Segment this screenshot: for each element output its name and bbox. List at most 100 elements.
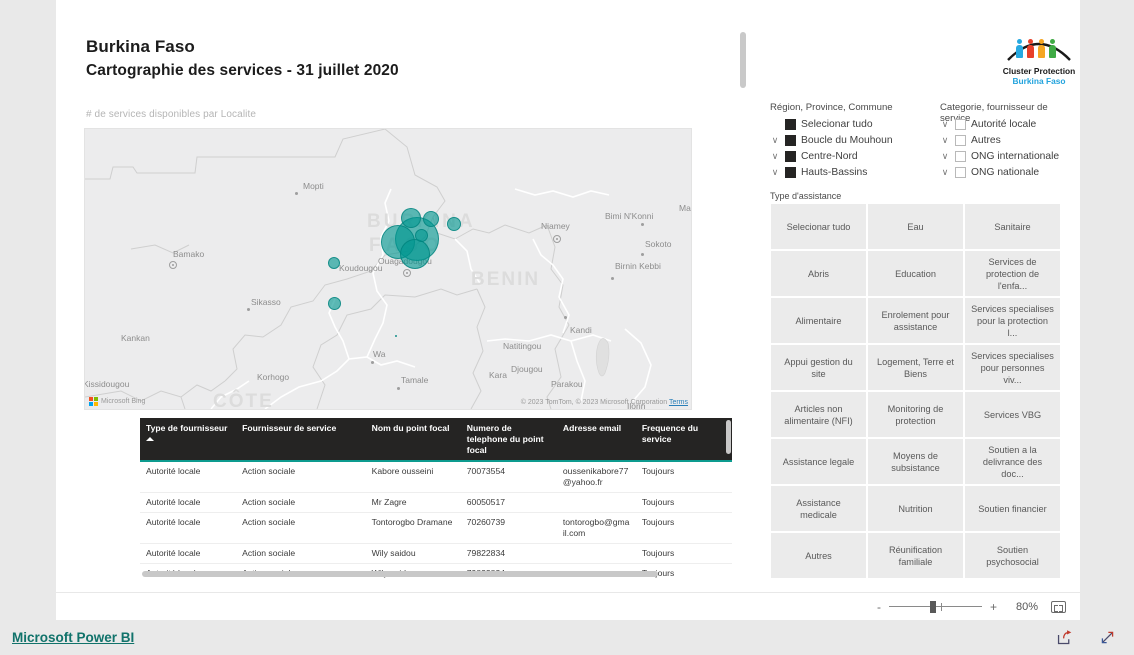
assistance-type-label: Appui gestion du site — [784, 356, 853, 379]
zoom-control[interactable]: - + — [877, 600, 997, 613]
slicer-list-category[interactable]: ∨ Autorité locale ∨ Autres ∨ ONG internationa… — [940, 116, 1059, 180]
assistance-type-header: Type d'assistance — [770, 191, 842, 201]
checkbox[interactable] — [955, 118, 966, 130]
map-bubble[interactable] — [328, 297, 341, 310]
assistance-type-button[interactable]: Autres — [771, 533, 866, 578]
slicer-item-category[interactable]: ∨ ONG internationale — [940, 148, 1059, 164]
assistance-type-button[interactable]: Selecionar tudo — [771, 204, 866, 249]
map-bubble[interactable] — [400, 239, 430, 269]
services-table: Type de fournisseur Fournisseur de servi… — [140, 418, 732, 578]
share-icon[interactable] — [1056, 629, 1073, 646]
slicer-item-region[interactable]: ∨Selecionar tudo — [770, 116, 893, 132]
slicer-item-region[interactable]: ∨ Boucle du Mouhoun — [770, 132, 893, 148]
assistance-type-button[interactable]: Articles non alimentaire (NFI) — [771, 392, 866, 437]
table-row[interactable]: Autorité locale Action sociale Mr Zagre 600… — [140, 492, 732, 513]
microsoft-power-bi-link[interactable]: Microsoft Power BI — [12, 630, 134, 645]
table-col-numero-telephone[interactable]: Numero de telephone du point focal — [460, 418, 557, 462]
chevron-down-icon[interactable]: ∨ — [940, 151, 950, 161]
map-bubble[interactable] — [423, 211, 439, 227]
map-bubble[interactable] — [447, 217, 461, 231]
checkbox[interactable] — [955, 134, 966, 146]
table-cell: Action sociale — [236, 512, 366, 544]
assistance-type-button[interactable]: Sanitaire — [965, 204, 1060, 249]
assistance-type-button[interactable]: Abris — [771, 251, 866, 296]
table-col-adresse-email[interactable]: Adresse email — [556, 418, 636, 462]
zoom-level-label: 80% — [1015, 600, 1038, 613]
map-label-kara: Kara — [489, 370, 507, 380]
chevron-down-icon[interactable]: ∨ — [770, 135, 780, 145]
map-ring-niamey — [553, 235, 561, 243]
chevron-down-icon[interactable]: ∨ — [940, 119, 950, 129]
map-label-koudougou: Koudougou — [339, 263, 383, 273]
assistance-type-grid[interactable]: Selecionar tudo Eau Sanitaire Abris Educatio… — [771, 204, 1060, 578]
map-visual[interactable]: BURKINA FASO BENIN CÔTE Mopti Bamako Oua… — [84, 128, 692, 410]
logo-figure-orange — [1038, 39, 1045, 58]
chevron-down-icon[interactable]: ∨ — [770, 151, 780, 161]
bing-logo-squares — [89, 397, 98, 406]
logo-figures — [1016, 39, 1056, 58]
table-row[interactable]: Autorité localeAction socialeWily saidou… — [140, 543, 732, 564]
map-label-bimi-nkonni: Bimi N'Konni — [605, 211, 654, 221]
table-cell: Action sociale — [236, 461, 366, 493]
slicer-item-category[interactable]: ∨ Autres — [940, 132, 1059, 148]
zoom-in-button[interactable]: + — [990, 601, 997, 613]
assistance-type-label: Eau — [907, 221, 924, 232]
slicer-item-region[interactable]: ∨ Hauts-Bassins — [770, 164, 893, 180]
assistance-type-label: Assistance legale — [782, 456, 855, 467]
assistance-type-button[interactable]: Alimentaire — [771, 298, 866, 343]
zoom-slider-tick — [940, 602, 942, 611]
assistance-type-button[interactable]: Services VBG — [965, 392, 1060, 437]
assistance-type-button[interactable]: Services specialises pour la protection … — [965, 298, 1060, 343]
checkbox[interactable] — [955, 166, 966, 178]
table-cell: Wily saidou — [365, 543, 461, 564]
fit-to-page-icon[interactable] — [1051, 600, 1066, 613]
assistance-type-button[interactable]: Monitoring de protection — [868, 392, 963, 437]
map-dot-wa — [371, 361, 374, 364]
slicer-item-category[interactable]: ∨ Autorité locale — [940, 116, 1059, 132]
map-bubble[interactable] — [415, 229, 428, 242]
assistance-type-button[interactable]: Appui gestion du site — [771, 345, 866, 390]
table-horizontal-scrollbar[interactable] — [140, 571, 732, 578]
assistance-type-button[interactable]: Moyens de subsistance — [868, 439, 963, 484]
assistance-type-button[interactable]: Services specialises pour personnes viv.… — [965, 345, 1060, 390]
chevron-down-icon[interactable]: ∨ — [940, 135, 950, 145]
table-col-fournisseur-service[interactable]: Fournisseur de service — [236, 418, 366, 462]
assistance-type-button[interactable]: Education — [868, 251, 963, 296]
assistance-type-button[interactable]: Soutien financier — [965, 486, 1060, 531]
checkbox[interactable] — [785, 166, 796, 178]
assistance-type-button[interactable]: Nutrition — [868, 486, 963, 531]
assistance-type-button[interactable]: Soutien a la delivrance des doc... — [965, 439, 1060, 484]
assistance-type-button[interactable]: Eau — [868, 204, 963, 249]
checkbox[interactable] — [785, 118, 796, 130]
services-table-visual[interactable]: Type de fournisseur Fournisseur de servi… — [140, 418, 732, 578]
zoom-out-button[interactable]: - — [877, 601, 881, 613]
assistance-type-button[interactable]: Logement, Terre et Biens — [868, 345, 963, 390]
map-label-kandi: Kandi — [570, 325, 592, 335]
slicer-item-label: Autorité locale — [971, 118, 1037, 130]
assistance-type-button[interactable]: Assistance legale — [771, 439, 866, 484]
table-col-nom-point-focal[interactable]: Nom du point focal — [365, 418, 461, 462]
checkbox[interactable] — [785, 150, 796, 162]
map-bubble[interactable] — [328, 257, 340, 269]
fullscreen-icon[interactable] — [1099, 629, 1116, 646]
checkbox[interactable] — [955, 150, 966, 162]
assistance-type-button[interactable]: Assistance medicale — [771, 486, 866, 531]
map-bubble[interactable] — [401, 208, 421, 228]
zoom-slider[interactable] — [888, 600, 982, 613]
checkbox[interactable] — [785, 134, 796, 146]
zoom-slider-thumb[interactable] — [929, 600, 936, 613]
chevron-down-icon[interactable]: ∨ — [770, 167, 780, 177]
table-col-type-fournisseur[interactable]: Type de fournisseur — [140, 418, 237, 462]
slicer-item-region[interactable]: ∨ Centre-Nord — [770, 148, 893, 164]
assistance-type-button[interactable]: Soutien psychosocial — [965, 533, 1060, 578]
table-row[interactable]: Autorité locale Action sociale Kabore ouss… — [140, 461, 732, 493]
assistance-type-button[interactable]: Réunification familiale — [868, 533, 963, 578]
slicer-list-region[interactable]: ∨Selecionar tudo∨Boucle du Mouhoun∨Centr… — [770, 116, 893, 180]
assistance-type-button[interactable]: Enrolement pour assistance — [868, 298, 963, 343]
slicer-item-category[interactable]: ∨ ONG nationale — [940, 164, 1059, 180]
chevron-down-icon[interactable]: ∨ — [940, 167, 950, 177]
table-horizontal-scrollbar-thumb[interactable] — [142, 571, 658, 577]
map-base-layer — [85, 129, 691, 409]
table-row[interactable]: Autorité locale Action sociale Tontorogbo … — [140, 512, 732, 544]
assistance-type-button[interactable]: Services de protection de l'enfa... — [965, 251, 1060, 296]
